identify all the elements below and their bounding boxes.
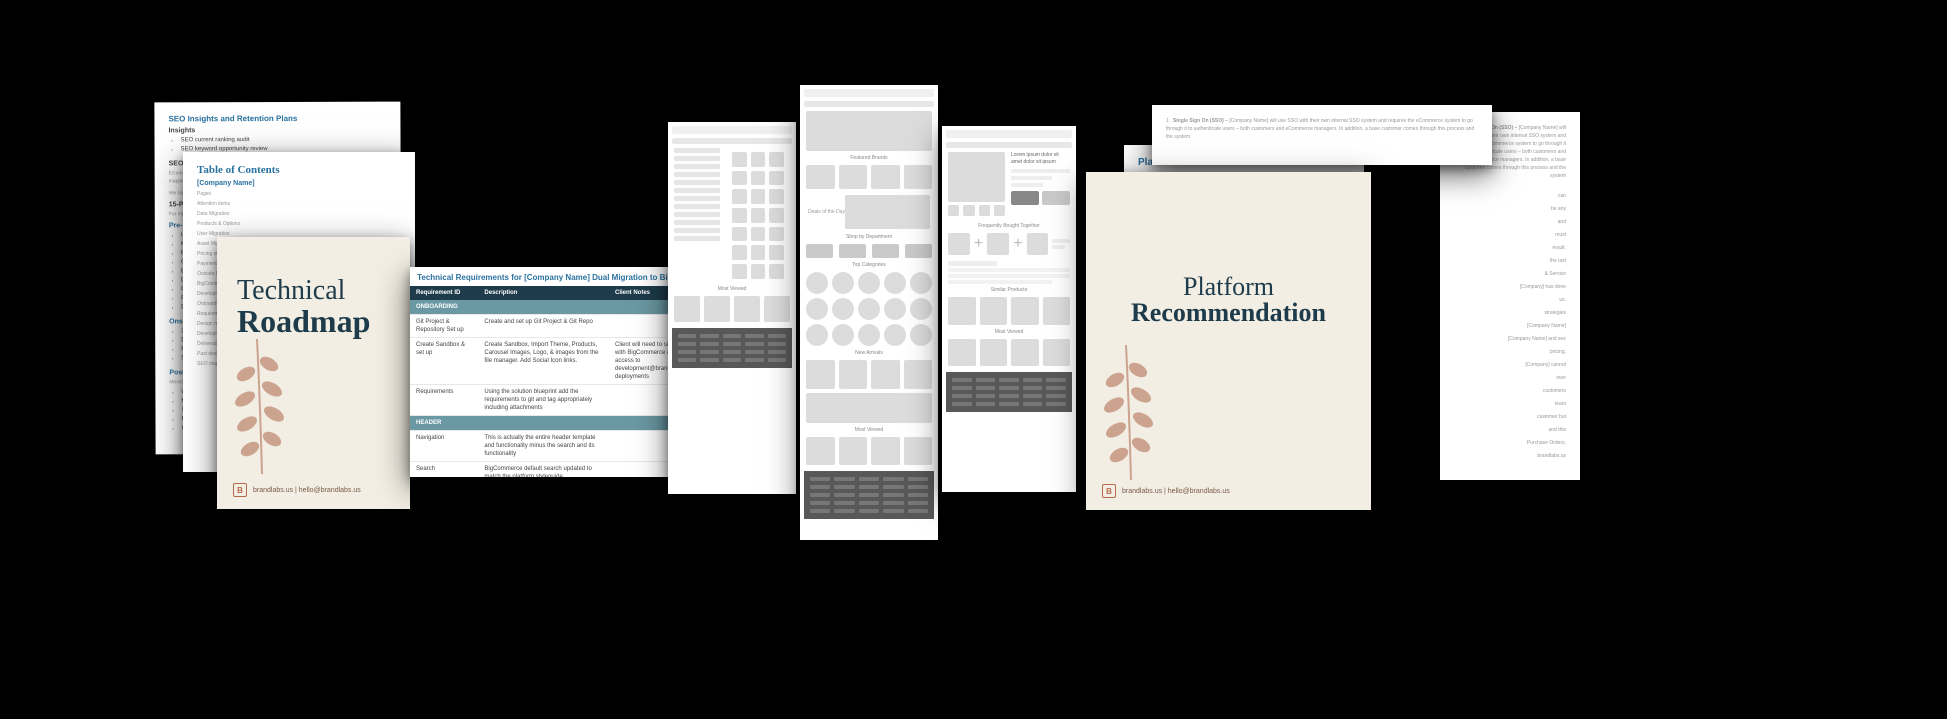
technical-roadmap-cover: Technical Roadmap B brandlabs.us | hello… (217, 237, 410, 509)
sso-line: customer but (1454, 411, 1566, 424)
sso-line: [Company] has done (1454, 281, 1566, 294)
sso-line: result. (1454, 242, 1566, 255)
wf-shop-dept-label: Shop by Department (800, 234, 938, 240)
cover2-line2: Recommendation (1086, 298, 1371, 328)
platform-recommendation-cover: Platform Recommendation B brandlabs.us |… (1086, 172, 1371, 510)
sso-line: team (1454, 398, 1566, 411)
sso-line: [Company] cannot (1454, 359, 1566, 372)
req-desc: Create and set up Git Project & Git Repo (478, 315, 609, 338)
cover-line2: Roadmap (237, 303, 370, 340)
wf-most-viewed-label-3: Most Viewed (942, 329, 1076, 335)
sso-line: & Service (1454, 268, 1566, 281)
leaf-decoration-icon (207, 319, 317, 479)
sso-line: the last (1454, 255, 1566, 268)
sso-line: Purchase Orders, (1454, 437, 1566, 450)
sso-notes-doc: Single Sign On (SSO) – [Company Name] wi… (1440, 112, 1580, 480)
sso-notes-doc-front: 1. Single Sign On (SSO) – [Company Name]… (1152, 105, 1492, 165)
wf-footer-3 (946, 372, 1072, 412)
toc-item: Attention items (197, 199, 401, 209)
toc-item: Products & Options (197, 219, 401, 229)
sso-line: brandlabs.us (1454, 450, 1566, 463)
sso-line: over (1454, 372, 1566, 385)
cover-footer-text: brandlabs.us | hello@brandlabs.us (253, 487, 361, 494)
wf-freq-label: Frequently Bought Together (942, 223, 1076, 229)
req-id: Git Project & Repository Set up (410, 315, 478, 338)
sso-bullet-front: 1. Single Sign On (SSO) – [Company Name]… (1166, 117, 1478, 141)
sso-lines: canbe anyandmustresult.the last& Service… (1454, 190, 1566, 463)
req-id: Requirements (410, 385, 478, 416)
req-desc: Using the solution blueprint add the req… (478, 385, 609, 416)
sso-line: and (1454, 216, 1566, 229)
brandlabs-logo-icon-2: B (1102, 484, 1116, 498)
req-col-desc: Description (478, 286, 609, 300)
req-col-id: Requirement ID (410, 286, 478, 300)
sso-line: be any (1454, 203, 1566, 216)
wf-featured-label: Featured Brands (800, 155, 938, 161)
wf-filter-sidebar (674, 148, 720, 283)
wf-most-viewed-label: Most Viewed (668, 286, 796, 292)
req-desc: BigCommerce default search updated to ma… (478, 462, 609, 478)
sso-line: [Company Name] (1454, 320, 1566, 333)
sso-line: must (1454, 229, 1566, 242)
cover2-footer-text: brandlabs.us | hello@brandlabs.us (1122, 488, 1230, 495)
wireframe-homepage: Featured Brands Deals of the Day Shop by… (800, 85, 938, 540)
toc-item: Data Migration (197, 209, 401, 219)
sso-line: strategies (1454, 307, 1566, 320)
req-id: Search (410, 462, 478, 478)
toc-title: Table of Contents (197, 164, 401, 176)
wireframe-category-page: Most Viewed (668, 122, 796, 494)
wf-deals-label: Deals of the Day (808, 209, 845, 216)
brandlabs-logo-icon: B (233, 483, 247, 497)
wf-top-cat-label: Top Categories (800, 262, 938, 268)
req-id: Navigation (410, 431, 478, 462)
cover-footer: B brandlabs.us | hello@brandlabs.us (233, 483, 361, 497)
leaf-decoration-icon-2 (1076, 325, 1186, 485)
toc-item: Pages (197, 189, 401, 199)
sso-line: can (1454, 190, 1566, 203)
sso-line: pricing, (1454, 346, 1566, 359)
wf-footer-2 (804, 471, 934, 519)
wf-footer (672, 328, 792, 368)
sso-line: us. (1454, 294, 1566, 307)
req-desc: This is actually the entire header templ… (478, 431, 609, 462)
req-id: Create Sandbox & set up (410, 338, 478, 385)
wireframe-product-page: Lorem ipsum dolor sit amet dolor sit ips… (942, 126, 1076, 492)
wf-most-viewed-label-2: Most Viewed (800, 427, 938, 433)
wf-product-title: Lorem ipsum dolor sit amet dolor sit ips… (1011, 152, 1070, 166)
req-desc: Create Sandbox, Import Theme, Products, … (478, 338, 609, 385)
toc-group: [Company Name] (197, 180, 401, 187)
sso-line: and this (1454, 424, 1566, 437)
wf-similar-label: Similar Products (942, 287, 1076, 293)
sso-line: customers (1454, 385, 1566, 398)
seo-sec1: Insights (168, 127, 386, 135)
cover2-footer: B brandlabs.us | hello@brandlabs.us (1102, 484, 1230, 498)
sso-line: [Company Name] and see (1454, 333, 1566, 346)
wf-new-arrivals-label: New Arrivals (800, 350, 938, 356)
seo-title: SEO Insights and Retention Plans (168, 114, 386, 124)
collage-stage: SEO Insights and Retention Plans Insight… (0, 0, 1947, 719)
